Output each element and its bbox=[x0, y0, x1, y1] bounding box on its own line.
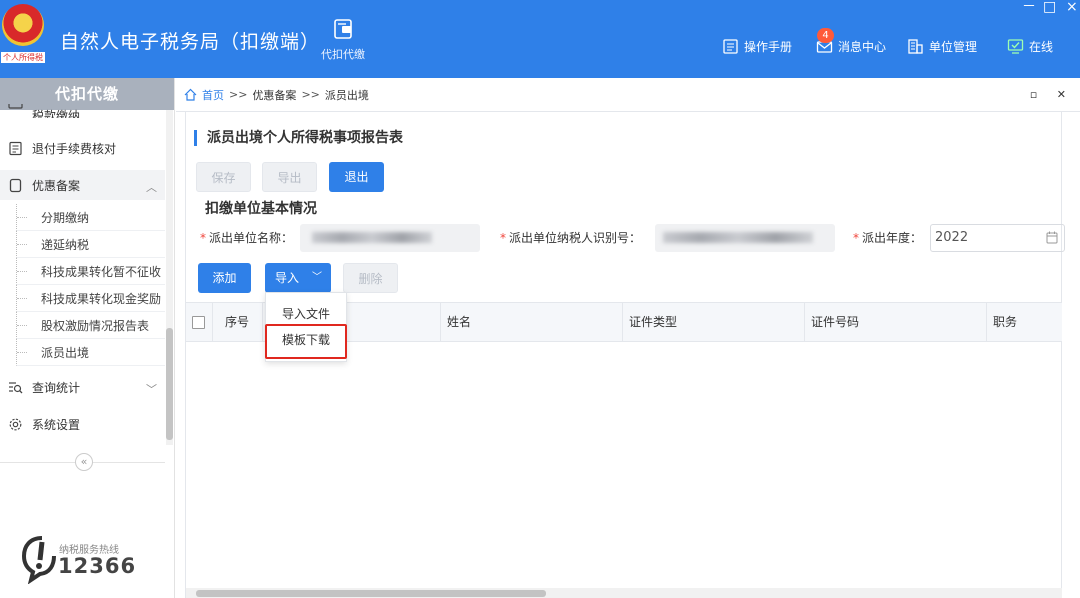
chevron-down-icon: ﹀ bbox=[146, 383, 157, 396]
column-header-name: 姓名 bbox=[441, 303, 623, 342]
app-title: 自然人电子税务局（扣缴端） bbox=[60, 31, 321, 53]
redacted-value bbox=[312, 232, 432, 243]
chevron-down-icon: ﹀ bbox=[312, 272, 322, 283]
sidebar-item-preferential-filing-label: 优惠备案 bbox=[32, 178, 81, 193]
year-picker[interactable]: 2022 bbox=[930, 224, 1065, 252]
card-icon bbox=[8, 104, 23, 109]
column-header-index: 序号 bbox=[213, 303, 263, 342]
hotline-number: 12366 bbox=[58, 554, 137, 578]
file-icon bbox=[9, 178, 22, 192]
tax-id-field[interactable] bbox=[655, 224, 835, 252]
add-button[interactable]: 添加 bbox=[198, 263, 251, 293]
close-window-button[interactable]: × bbox=[1066, 0, 1078, 14]
required-mark: * bbox=[200, 231, 206, 245]
sidebar: 代扣代缴 税款缴纳 退付手续费核对 优惠备案 ︿ 分期缴纳 递延纳税 科技成果转… bbox=[0, 78, 175, 598]
message-count-badge: 4 bbox=[817, 28, 834, 43]
breadcrumb-current: 派员出境 bbox=[324, 88, 369, 102]
sidebar-subitem-equity-incentive[interactable]: 股权激励情况报告表 bbox=[16, 312, 165, 339]
export-button[interactable]: 导出 bbox=[262, 162, 317, 192]
required-mark: * bbox=[853, 231, 859, 245]
sidebar-subitem-deferred-tax[interactable]: 递延纳税 bbox=[16, 231, 165, 258]
app-header: 个人所得税 自然人电子税务局（扣缴端） 代扣代缴 操作手册 消息中心 4 单位管… bbox=[0, 0, 1080, 78]
gear-icon bbox=[9, 418, 22, 430]
sidebar-subitem-installment[interactable]: 分期缴纳 bbox=[16, 204, 165, 231]
select-all-checkbox[interactable] bbox=[192, 316, 205, 329]
tax-id-label: * 派出单位纳税人识别号： bbox=[500, 229, 641, 246]
section-title: 扣缴单位基本情况 bbox=[205, 201, 317, 217]
breadcrumb-separator: >> bbox=[301, 88, 320, 101]
nav-withholding-label: 代扣代缴 bbox=[321, 48, 365, 61]
manual-label: 操作手册 bbox=[744, 40, 793, 54]
sidebar-item-tax-payment[interactable]: 税款缴纳 bbox=[0, 104, 165, 118]
highlight-annotation bbox=[265, 324, 347, 359]
emblem-caption: 个人所得税 bbox=[1, 52, 45, 63]
calendar-icon bbox=[1046, 231, 1058, 244]
required-mark: * bbox=[500, 231, 506, 245]
breadcrumb-home[interactable]: 首页 bbox=[202, 87, 224, 103]
sidebar-item-refund-fee[interactable]: 退付手续费核对 bbox=[0, 133, 165, 163]
chevron-up-icon: ︿ bbox=[146, 181, 157, 194]
breadcrumb-separator: >> bbox=[229, 88, 248, 101]
import-label: 导入 bbox=[275, 271, 300, 285]
manual-button[interactable]: 操作手册 bbox=[722, 38, 792, 55]
nav-withholding[interactable]: 代扣代缴 bbox=[312, 18, 374, 62]
sidebar-collapse-button[interactable]: « bbox=[75, 453, 93, 471]
doc-icon bbox=[9, 141, 22, 155]
tax-id-label-text: 派出单位纳税人识别号： bbox=[509, 231, 642, 245]
online-status-label: 在线 bbox=[1029, 40, 1054, 54]
minimize-window-button[interactable]: － bbox=[1022, 0, 1036, 14]
sidebar-item-system-settings-label: 系统设置 bbox=[32, 417, 81, 432]
sidebar-item-preferential-filing[interactable]: 优惠备案 ︿ bbox=[0, 170, 165, 200]
year-value: 2022 bbox=[935, 230, 969, 245]
year-label-text: 派出年度： bbox=[862, 231, 923, 245]
sidebar-item-system-settings[interactable]: 系统设置 bbox=[0, 409, 165, 439]
delete-button[interactable]: 删除 bbox=[343, 263, 398, 293]
monitor-online-icon bbox=[1007, 39, 1024, 54]
sidebar-item-refund-fee-label: 退付手续费核对 bbox=[32, 141, 117, 156]
tab-window-controls[interactable]: ▫ ✕ bbox=[1030, 88, 1074, 101]
save-button[interactable]: 保存 bbox=[196, 162, 251, 192]
table-scrollbar-thumb[interactable] bbox=[196, 590, 546, 597]
select-all-cell bbox=[186, 303, 213, 342]
search-stats-icon bbox=[9, 381, 23, 393]
redacted-value bbox=[663, 232, 813, 243]
unit-icon bbox=[908, 39, 923, 54]
exit-button[interactable]: 退出 bbox=[329, 162, 384, 192]
sidebar-subitem-overseas-dispatch[interactable]: 派员出境 bbox=[16, 339, 165, 366]
page-title: 派员出境个人所得税事项报告表 bbox=[194, 130, 403, 146]
sidebar-item-tax-payment-label: 税款缴纳 bbox=[32, 109, 81, 118]
unit-management-button[interactable]: 单位管理 bbox=[907, 38, 977, 55]
sidebar-item-query-stats[interactable]: 查询统计 ﹀ bbox=[0, 372, 165, 402]
sidebar-subitem-tech-transfer-exempt[interactable]: 科技成果转化暂不征收 bbox=[16, 258, 165, 285]
online-status-button[interactable]: 在线 bbox=[1007, 38, 1053, 55]
home-icon bbox=[184, 88, 197, 101]
breadcrumb-level1[interactable]: 优惠备案 bbox=[252, 87, 296, 103]
column-header-id-number: 证件号码 bbox=[805, 303, 987, 342]
unit-name-label-text: 派出单位名称： bbox=[209, 231, 294, 245]
tax-emblem-logo bbox=[2, 4, 44, 46]
sidebar-item-query-stats-label: 查询统计 bbox=[32, 380, 81, 395]
unit-name-field[interactable] bbox=[300, 224, 480, 252]
unit-name-label: * 派出单位名称： bbox=[200, 229, 293, 246]
message-center-label: 消息中心 bbox=[838, 40, 887, 54]
maximize-window-button[interactable]: □ bbox=[1043, 0, 1056, 14]
manual-icon bbox=[723, 39, 738, 54]
unit-management-label: 单位管理 bbox=[929, 40, 978, 54]
hotline-headset-icon bbox=[21, 536, 56, 584]
column-header-position: 职务 bbox=[993, 315, 1018, 329]
wallet-icon bbox=[334, 19, 352, 39]
sidebar-subitem-tech-transfer-cash[interactable]: 科技成果转化现金奖励 bbox=[16, 285, 165, 312]
column-header-id-type: 证件类型 bbox=[623, 303, 805, 342]
sidebar-scrollbar-thumb[interactable] bbox=[166, 328, 173, 440]
year-label: * 派出年度： bbox=[853, 229, 922, 246]
breadcrumb: 首页 >> 优惠备案 >> 派员出境 ▫ ✕ bbox=[176, 78, 1080, 112]
import-dropdown-button[interactable]: 导入 ﹀ bbox=[265, 263, 331, 293]
